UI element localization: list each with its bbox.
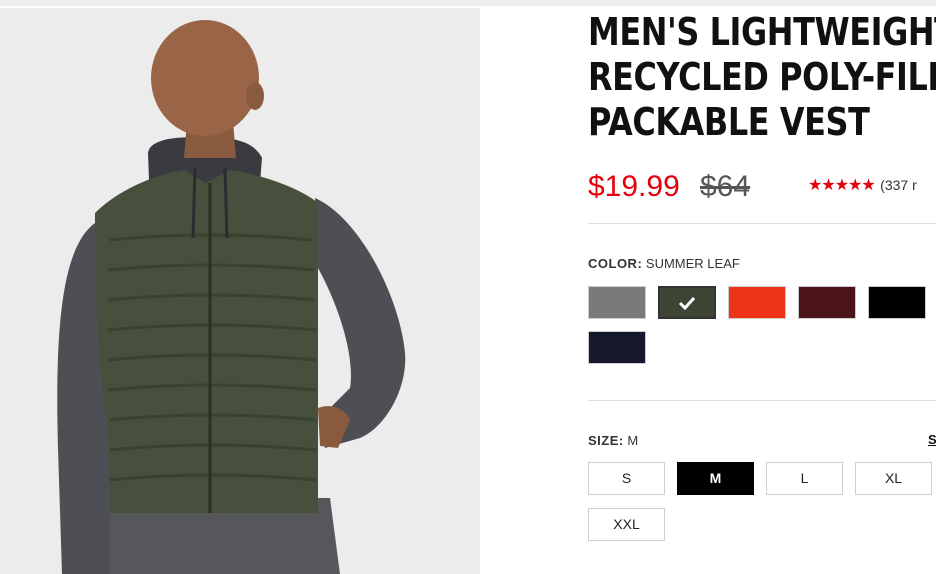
size-option[interactable]: XXL bbox=[588, 508, 665, 541]
color-label-key: COLOR: bbox=[588, 256, 643, 271]
color-label: COLOR: SUMMER LEAF bbox=[588, 256, 740, 271]
size-option[interactable]: S bbox=[588, 462, 665, 495]
size-option[interactable]: L bbox=[766, 462, 843, 495]
star-icon: ★★★★★ bbox=[808, 177, 876, 194]
color-swatch-navy[interactable] bbox=[588, 331, 646, 364]
title-line-3: PACKABLE VEST bbox=[588, 100, 870, 144]
sale-price: $19.99 bbox=[588, 170, 680, 203]
color-swatch-gray[interactable] bbox=[588, 286, 646, 319]
check-icon bbox=[678, 296, 696, 310]
size-label-key: SIZE: bbox=[588, 433, 624, 448]
title-line-2: RECYCLED POLY-FILL bbox=[588, 55, 936, 99]
divider bbox=[588, 400, 936, 401]
product-title: MEN'S LIGHTWEIGHT RECYCLED POLY-FILL PAC… bbox=[588, 10, 936, 145]
size-option-selected[interactable]: M bbox=[677, 462, 754, 495]
size-option[interactable]: XL bbox=[855, 462, 932, 495]
selected-size: M bbox=[627, 433, 639, 448]
divider bbox=[588, 223, 936, 224]
color-swatch-red-orange[interactable] bbox=[728, 286, 786, 319]
title-line-1: MEN'S LIGHTWEIGHT bbox=[588, 10, 936, 54]
rating[interactable]: ★★★★★ (337 r bbox=[808, 175, 917, 195]
selected-color-name: SUMMER LEAF bbox=[645, 256, 740, 271]
product-image[interactable] bbox=[0, 8, 480, 574]
size-guide-link[interactable]: S bbox=[928, 432, 936, 447]
color-swatch-black[interactable] bbox=[868, 286, 926, 319]
color-swatch-summer-leaf[interactable] bbox=[658, 286, 716, 319]
price-row: $19.99 $64 ★★★★★ (337 r bbox=[588, 170, 936, 206]
size-label: SIZE: M bbox=[588, 433, 638, 448]
reviews-count-link[interactable]: (337 r bbox=[880, 177, 917, 193]
original-price: $64 bbox=[700, 170, 751, 203]
top-bar bbox=[0, 0, 936, 6]
color-swatch-burgundy[interactable] bbox=[798, 286, 856, 319]
